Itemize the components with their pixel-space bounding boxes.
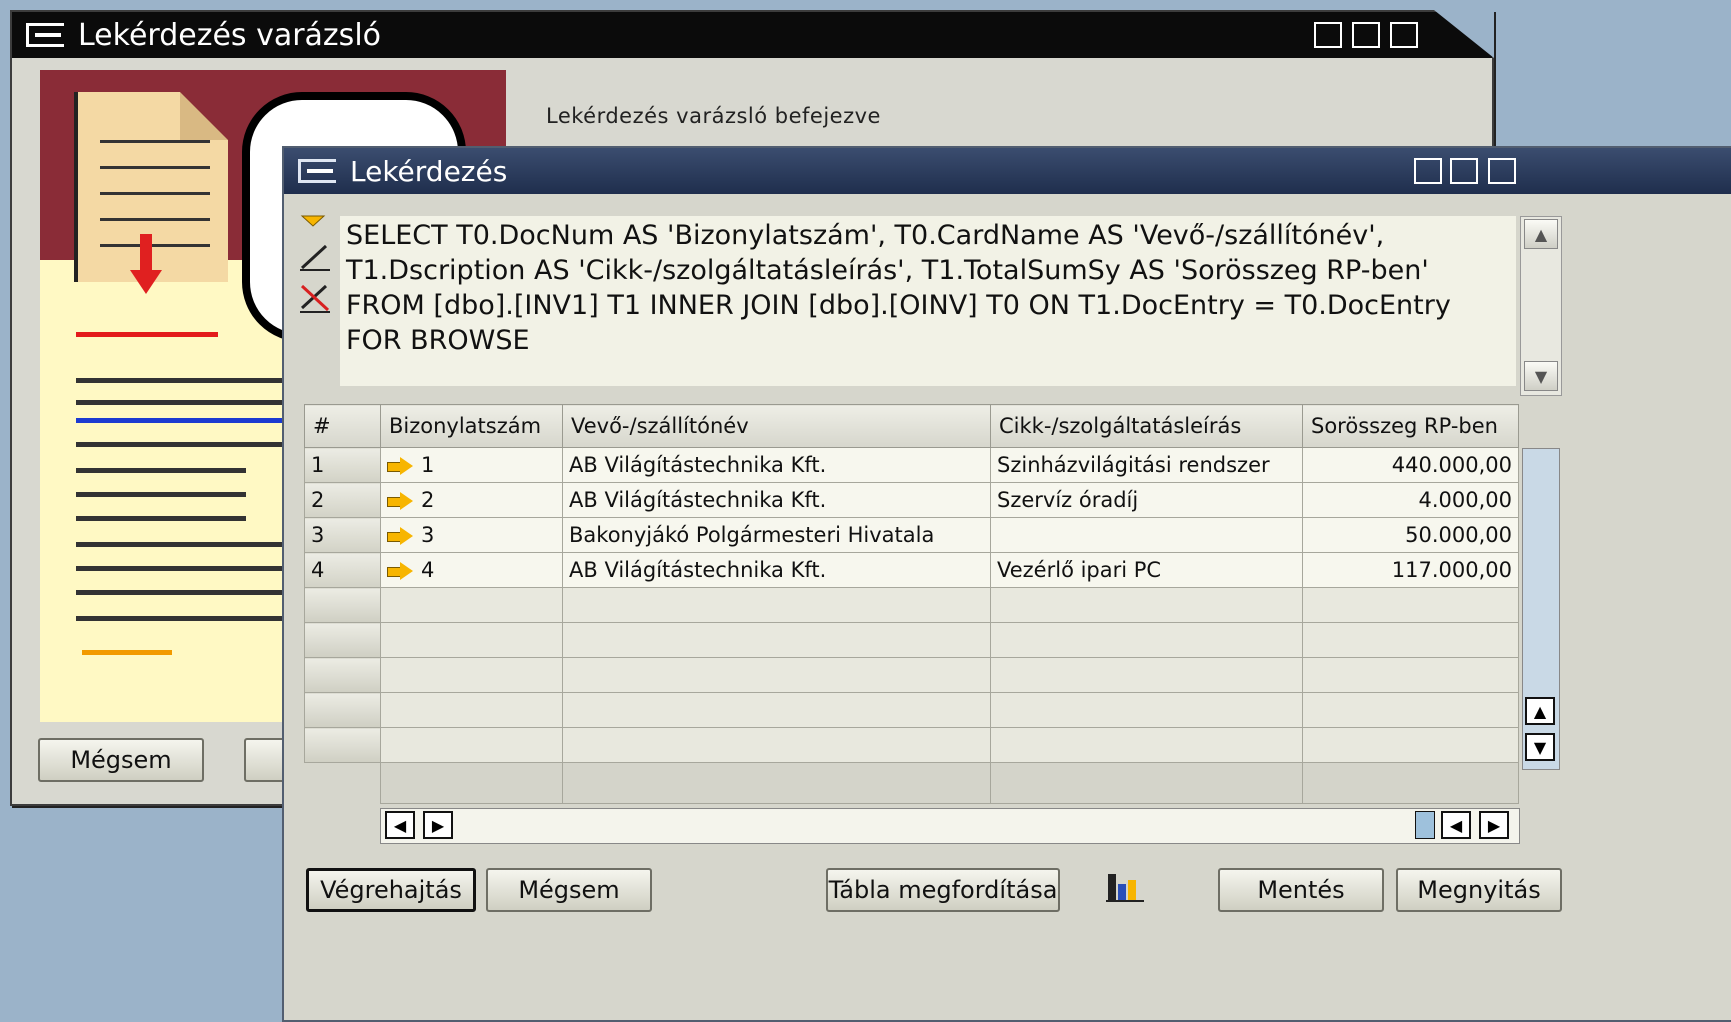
col-header-total[interactable]: Sorösszeg RP-ben: [1302, 404, 1519, 448]
grid-horizontal-scrollbar[interactable]: ◀ ▶ ◀ ▶: [380, 808, 1520, 844]
empty-row[interactable]: [304, 622, 1519, 658]
total-cell[interactable]: 440.000,00: [1302, 447, 1519, 483]
maximize-icon[interactable]: [1450, 158, 1478, 184]
down-arrow-icon: [140, 234, 152, 274]
scroll-left-icon[interactable]: ◀: [1441, 811, 1471, 839]
cardname-cell[interactable]: AB Világítástechnika Kft.: [562, 447, 991, 483]
query-window: Lekérdezés SELECT T0.DocNum AS 'Bizonyla…: [282, 146, 1731, 1022]
total-cell[interactable]: 4.000,00: [1302, 482, 1519, 518]
col-header-cardname[interactable]: Vevő-/szállítónév: [562, 404, 991, 448]
wizard-titlebar: Lekérdezés varázsló: [12, 12, 1492, 58]
scroll-left-icon[interactable]: ◀: [385, 811, 415, 839]
docnum-cell[interactable]: 3: [380, 517, 563, 553]
close-icon[interactable]: [1488, 158, 1516, 184]
pencil-cancel-icon[interactable]: [300, 284, 330, 313]
docnum-cell[interactable]: 4: [380, 552, 563, 588]
minimize-icon[interactable]: [1314, 22, 1342, 48]
query-titlebar: Lekérdezés: [284, 148, 1731, 194]
link-arrow-icon[interactable]: [387, 492, 413, 510]
scroll-right-icon[interactable]: ▶: [423, 811, 453, 839]
table-row[interactable]: 1 1 AB Világítástechnika Kft. Szinházvil…: [304, 447, 1519, 483]
cardname-cell[interactable]: AB Világítástechnika Kft.: [562, 552, 991, 588]
open-button[interactable]: Megnyitás: [1396, 868, 1562, 912]
link-arrow-icon[interactable]: [387, 457, 413, 475]
scroll-up-icon[interactable]: ▲: [1525, 697, 1555, 725]
scroll-thumb[interactable]: [1415, 811, 1435, 839]
link-arrow-icon[interactable]: [387, 562, 413, 580]
grid-footer-row: [304, 762, 1519, 804]
description-cell[interactable]: Szervíz óradíj: [990, 482, 1303, 518]
execute-button[interactable]: Végrehajtás: [306, 868, 476, 912]
empty-row[interactable]: [304, 657, 1519, 693]
link-arrow-icon[interactable]: [387, 527, 413, 545]
scroll-down-icon[interactable]: ▼: [1525, 733, 1555, 761]
collapse-arrow-icon[interactable]: [300, 215, 326, 227]
cardname-cell[interactable]: AB Világítástechnika Kft.: [562, 482, 991, 518]
row-number[interactable]: 4: [304, 552, 381, 588]
docnum-cell[interactable]: 1: [380, 447, 563, 483]
description-cell[interactable]: Szinházvilágitási rendszer: [990, 447, 1303, 483]
transpose-table-button[interactable]: Tábla megfordítása: [826, 868, 1060, 912]
wizard-status-text: Lekérdezés varázsló befejezve: [546, 104, 881, 128]
maximize-icon[interactable]: [1352, 22, 1380, 48]
sql-scrollbar[interactable]: ▲ ▼: [1520, 216, 1562, 396]
save-button[interactable]: Mentés: [1218, 868, 1384, 912]
table-row[interactable]: 4 4 AB Világítástechnika Kft. Vezérlő ip…: [304, 552, 1519, 588]
cardname-cell[interactable]: Bakonyjákó Polgármesteri Hivatala: [562, 517, 991, 553]
wizard-title: Lekérdezés varázsló: [78, 17, 382, 53]
chart-icon[interactable]: [1104, 870, 1148, 904]
docnum-cell[interactable]: 2: [380, 482, 563, 518]
col-header-docnum[interactable]: Bizonylatszám: [380, 404, 563, 448]
col-header-description[interactable]: Cikk-/szolgáltatásleírás: [990, 404, 1303, 448]
close-icon[interactable]: [1390, 22, 1418, 48]
wizard-cancel-button[interactable]: Mégsem: [38, 738, 204, 782]
row-number[interactable]: 3: [304, 517, 381, 553]
empty-row[interactable]: [304, 692, 1519, 728]
table-row[interactable]: 2 2 AB Világítástechnika Kft. Szervíz ór…: [304, 482, 1519, 518]
titlebar-corner: [1434, 10, 1494, 58]
query-title: Lekérdezés: [350, 154, 508, 188]
scroll-down-icon[interactable]: ▼: [1524, 361, 1558, 391]
row-number[interactable]: 1: [304, 447, 381, 483]
empty-row[interactable]: [304, 587, 1519, 623]
description-cell[interactable]: [990, 517, 1303, 553]
pencil-icon[interactable]: [300, 244, 330, 271]
total-cell[interactable]: 117.000,00: [1302, 552, 1519, 588]
col-header-index[interactable]: #: [304, 404, 381, 448]
window-icon: [298, 159, 336, 183]
empty-row[interactable]: [304, 727, 1519, 763]
description-cell[interactable]: Vezérlő ipari PC: [990, 552, 1303, 588]
results-grid: # Bizonylatszám Vevő-/szállítónév Cikk-/…: [304, 404, 1519, 804]
cancel-button[interactable]: Mégsem: [486, 868, 652, 912]
grid-vertical-scrollbar[interactable]: ▲ ▼: [1522, 448, 1560, 770]
minimize-icon[interactable]: [1414, 158, 1442, 184]
total-cell[interactable]: 50.000,00: [1302, 517, 1519, 553]
table-row[interactable]: 3 3 Bakonyjákó Polgármesteri Hivatala 50…: [304, 517, 1519, 553]
row-number[interactable]: 2: [304, 482, 381, 518]
scroll-right-icon[interactable]: ▶: [1479, 811, 1509, 839]
window-icon: [26, 23, 64, 47]
sql-editor[interactable]: SELECT T0.DocNum AS 'Bizonylatszám', T0.…: [340, 216, 1516, 386]
scroll-up-icon[interactable]: ▲: [1524, 219, 1558, 249]
sql-tools: [296, 210, 336, 324]
